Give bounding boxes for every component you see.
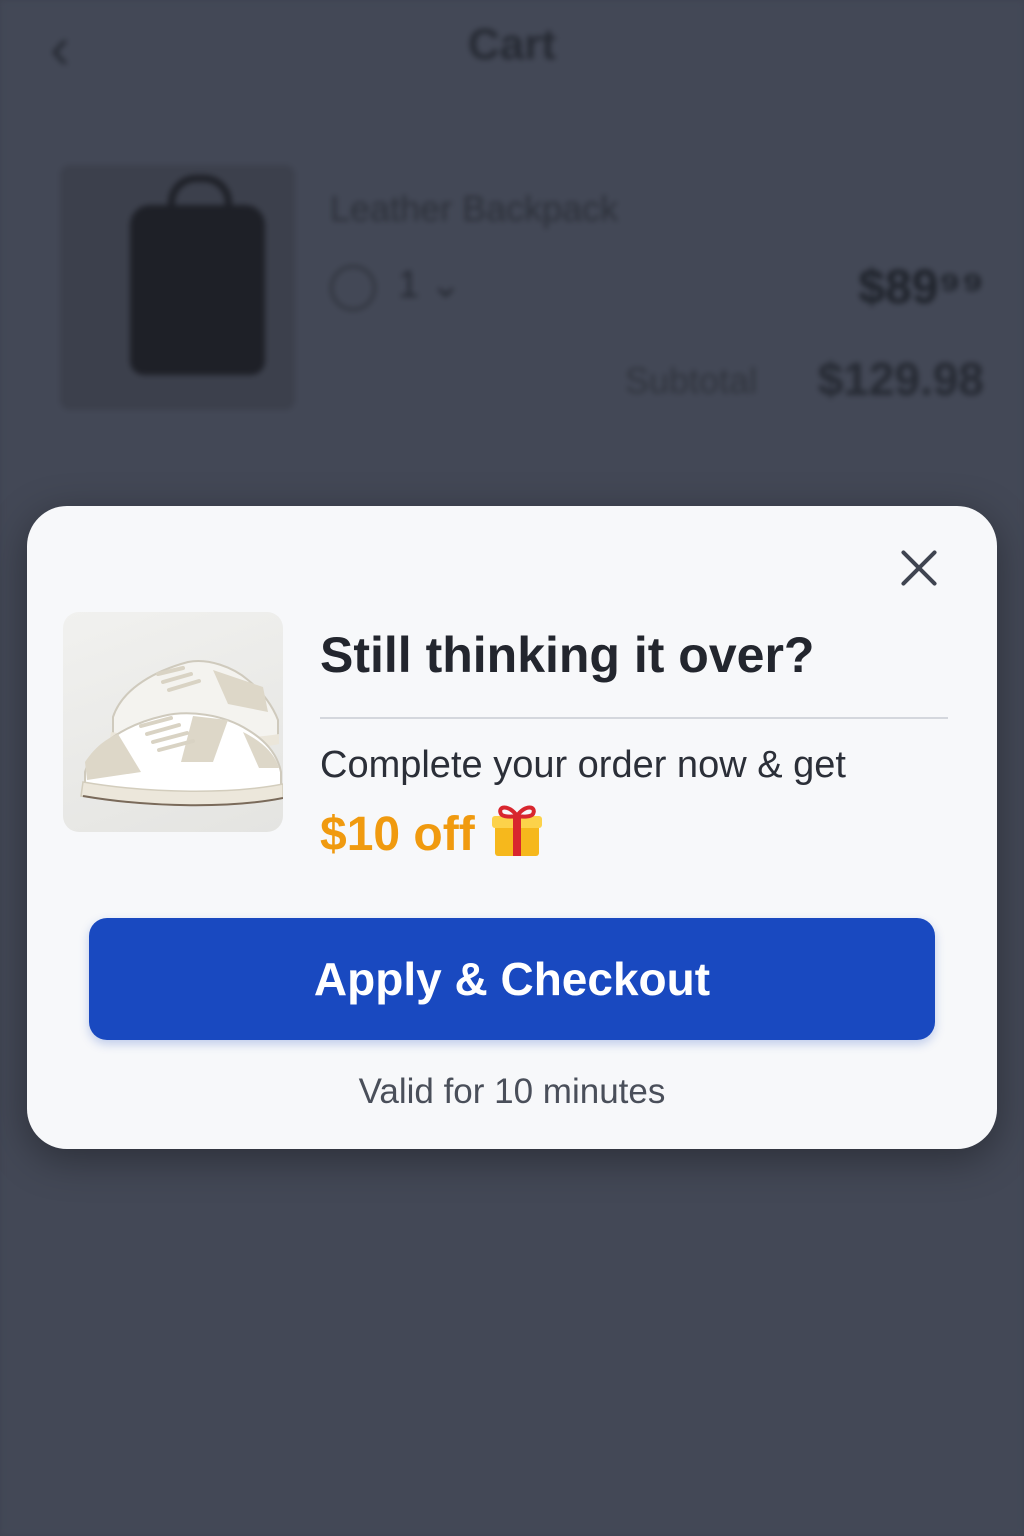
subtotal-label: Subtotal	[625, 360, 758, 401]
gift-icon	[489, 802, 545, 858]
modal-headline: Still thinking it over?	[320, 627, 815, 683]
clock-icon	[330, 265, 376, 311]
quantity-select: 1 ⌄	[398, 264, 462, 306]
close-icon[interactable]	[893, 542, 945, 594]
backpack-image	[60, 165, 295, 410]
apply-checkout-button[interactable]: Apply & Checkout	[89, 918, 935, 1040]
sneakers-image	[63, 612, 283, 832]
discount-label: $10 off	[320, 808, 475, 861]
offer-modal: Still thinking it over? Complete your or…	[27, 506, 997, 1149]
divider	[320, 717, 948, 719]
offer-description: Complete your order now & get	[320, 744, 846, 786]
page-title: Cart	[467, 20, 557, 69]
validity-note: Valid for 10 minutes	[358, 1072, 666, 1111]
discount-amount: $10 off	[320, 802, 545, 862]
subtotal-value: $129.98	[817, 353, 984, 405]
cart-item-name: Leather Backpack	[330, 188, 619, 229]
cart-item-price: $89⁹⁹	[858, 261, 984, 314]
